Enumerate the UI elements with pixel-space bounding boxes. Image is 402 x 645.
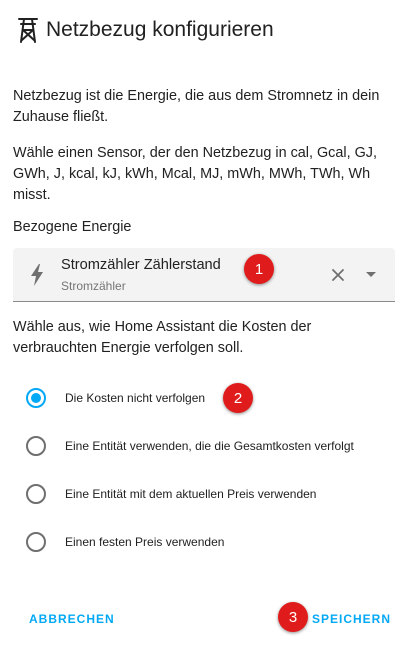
annotation-marker-3: 3 [278,602,308,632]
sensor-description: Wähle einen Sensor, der den Netzbezug in… [13,145,377,203]
transmission-tower-icon [18,18,38,43]
radio-button[interactable] [26,532,46,552]
flash-icon [31,264,43,286]
radio-option-no-cost[interactable]: Die Kosten nicht verfolgen [26,386,205,410]
dialog-title: Netzbezug konfigurieren [46,18,274,41]
radio-option-fixed-price[interactable]: Einen festen Preis verwenden [26,530,224,554]
menu-down-icon[interactable] [365,271,377,279]
radio-button[interactable] [26,388,46,408]
energy-entity-picker[interactable]: Stromzähler Zählerstand Stromzähler [13,248,395,302]
save-button[interactable]: SPEICHERN [312,612,391,626]
entity-subtitle: Stromzähler [61,279,126,293]
radio-label: Die Kosten nicht verfolgen [65,391,206,405]
radio-button[interactable] [26,484,46,504]
close-icon[interactable] [330,267,346,283]
annotation-marker-2: 2 [223,383,253,413]
dialog-header: Netzbezug konfigurieren [18,15,274,45]
radio-button[interactable] [26,436,46,456]
cost-question: Wähle aus, wie Home Assistant die Kosten… [13,319,312,356]
radio-label: Eine Entität mit dem aktuellen Preis ver… [65,487,317,501]
radio-label: Einen festen Preis verwenden [65,535,225,549]
entity-name: Stromzähler Zählerstand [61,257,221,273]
cancel-button[interactable]: ABBRECHEN [29,612,115,626]
grid-description: Netzbezug ist die Energie, die aus dem S… [13,88,380,125]
radio-option-price-entity[interactable]: Eine Entität mit dem aktuellen Preis ver… [26,482,316,506]
radio-label: Eine Entität verwenden, die die Gesamtko… [65,439,354,453]
energy-field-label: Bezogene Energie [13,219,132,235]
energy-grid-dialog: Netzbezug konfigurieren Netzbezug ist di… [0,0,402,645]
annotation-marker-1: 1 [244,254,274,284]
radio-option-total-cost-entity[interactable]: Eine Entität verwenden, die die Gesamtko… [26,434,354,458]
